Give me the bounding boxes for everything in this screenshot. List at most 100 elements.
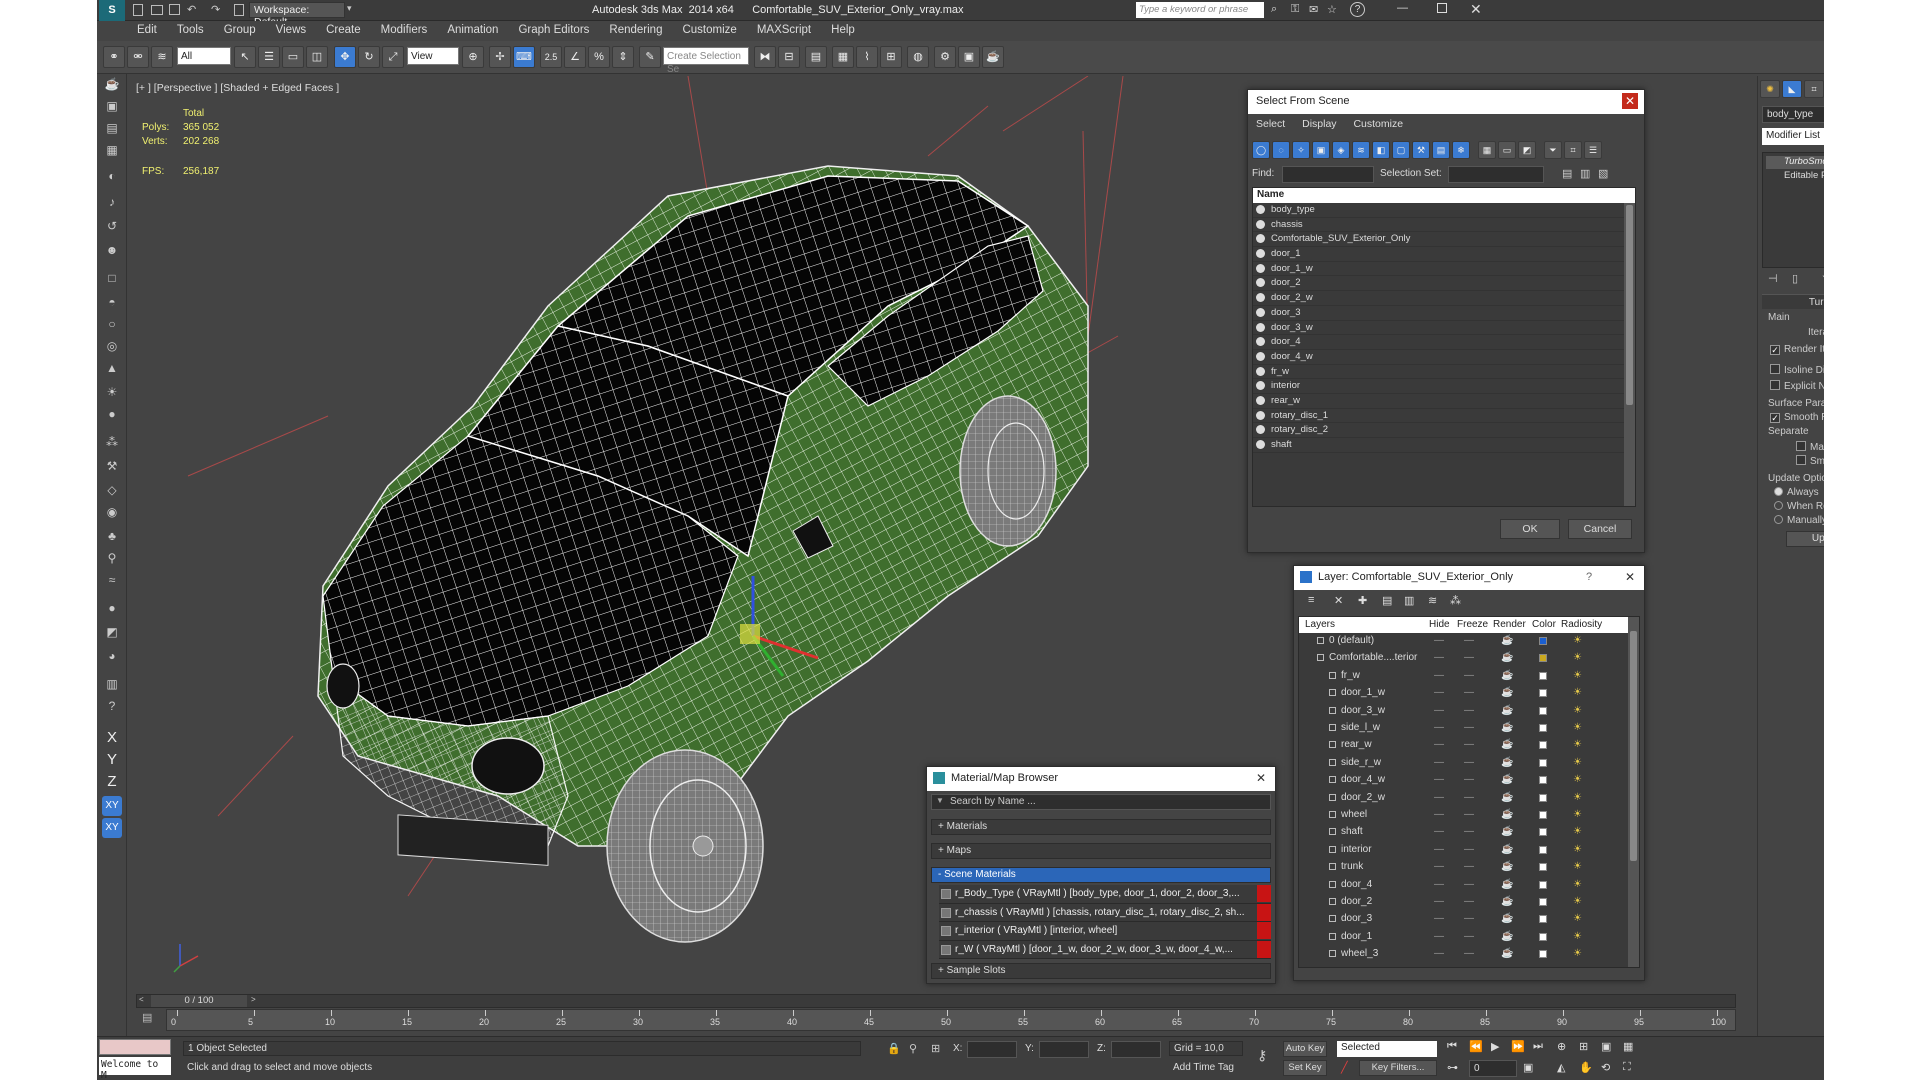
layers-icon[interactable]: ◩ — [102, 622, 122, 642]
isolate-icon[interactable]: ⚲ — [909, 1042, 917, 1055]
scene-material-item[interactable]: r_W ( VRayMtl ) [door_1_w, door_2_w, doo… — [939, 940, 1271, 959]
list-item[interactable]: door_1 — [1253, 247, 1635, 262]
layer-row[interactable]: rear_w — — ☕ ☀ — [1301, 738, 1627, 752]
field-of-view-icon[interactable]: ◭ — [1557, 1061, 1565, 1074]
col-hide[interactable]: Hide — [1429, 619, 1450, 630]
app-logo-icon[interactable]: S — [99, 0, 125, 21]
panel-icon[interactable]: ▤ — [102, 118, 122, 138]
col-freeze[interactable]: Freeze — [1457, 619, 1488, 630]
current-frame-field[interactable]: 0 — [1469, 1060, 1517, 1077]
ok-button[interactable]: OK — [1500, 519, 1560, 539]
layer-color-swatch[interactable] — [1539, 758, 1547, 767]
layer-color-swatch[interactable] — [1539, 932, 1547, 941]
quick-access-save-icon[interactable] — [169, 4, 180, 15]
layer-row[interactable]: wheel_3 — — ☕ ☀ — [1301, 947, 1627, 961]
selset-edit-icon[interactable]: ▥ — [1580, 167, 1590, 180]
freeze-toggle[interactable]: — — [1464, 947, 1474, 961]
hammer-icon[interactable]: ⚒ — [102, 456, 122, 476]
render-teapot-icon[interactable]: ☕ — [1501, 895, 1513, 909]
workspace-arrow-icon[interactable]: ▾ — [347, 3, 352, 14]
list-item[interactable]: shaft — [1253, 438, 1635, 453]
radiosity-icon[interactable]: ☀ — [1573, 651, 1582, 665]
display-frozen-icon[interactable]: ❄ — [1452, 141, 1470, 159]
hierarchy-tab-icon[interactable]: ⌗ — [1804, 80, 1824, 98]
menu-graph-editors[interactable]: Graph Editors — [508, 21, 599, 36]
radiosity-icon[interactable]: ☀ — [1573, 808, 1582, 822]
filter-icon[interactable]: ⏷ — [1544, 141, 1562, 159]
freeze-toggle[interactable]: — — [1464, 895, 1474, 909]
help-button[interactable]: ? — [1586, 571, 1592, 583]
window-crossing-icon[interactable]: ◫ — [306, 46, 328, 68]
sun-icon[interactable]: ☀ — [102, 382, 122, 402]
layer-color-swatch[interactable] — [1539, 898, 1547, 906]
layer-row[interactable]: door_2_w — — ☕ ☀ — [1301, 791, 1627, 805]
list-item[interactable]: rotary_disc_2 — [1253, 423, 1635, 438]
x-coordinate-field[interactable] — [967, 1041, 1017, 1058]
section-sample-slots[interactable]: + Sample Slots — [931, 963, 1271, 979]
rendered-frame-window-icon[interactable]: ▣ — [958, 46, 980, 68]
render-teapot-icon[interactable]: ☕ — [1501, 843, 1513, 857]
list-item[interactable]: door_4_w — [1253, 350, 1635, 365]
list-item[interactable]: door_2_w — [1253, 291, 1635, 306]
angle-snap-icon[interactable]: ∠ — [564, 46, 586, 68]
freeze-toggle[interactable]: — — [1464, 912, 1474, 926]
close-icon[interactable]: ✕ — [1622, 569, 1638, 585]
render-setup-icon[interactable]: ⚙ — [934, 46, 956, 68]
col-radiosity[interactable]: Radiosity — [1561, 619, 1602, 630]
ribbon-icon[interactable]: ▦ — [832, 46, 854, 68]
monitor-icon[interactable]: ▣ — [102, 96, 122, 116]
pan-icon[interactable]: ✋ — [1579, 1061, 1593, 1074]
search-field[interactable]: Type a keyword or phrase — [1136, 2, 1264, 18]
light-bulb-icon[interactable]: ● — [102, 404, 122, 424]
highlight-layer-icon[interactable]: ▥ — [1404, 594, 1414, 607]
update-always-radio[interactable]: Always — [1774, 487, 1819, 498]
zoom-extents-all-icon[interactable]: ▦ — [1623, 1040, 1633, 1053]
key-icon[interactable]: ⚷ — [1257, 1047, 1267, 1064]
search-options-icon[interactable]: ▼ — [936, 796, 944, 805]
open-mini-curve-editor-icon[interactable]: ▤ — [142, 1011, 152, 1024]
display-spacewarps-icon[interactable]: ≋ — [1352, 141, 1370, 159]
align-icon[interactable]: ⊟ — [778, 46, 800, 68]
pin-stack-icon[interactable]: ⊣ — [1768, 272, 1778, 285]
keyboard-shortcut-override-icon[interactable]: ⌨ — [513, 46, 535, 68]
snaps-toggle-icon[interactable]: 2.5 — [540, 46, 562, 68]
layer-color-swatch[interactable] — [1539, 880, 1547, 889]
layer-color-swatch[interactable] — [1539, 863, 1547, 872]
bind-spacewarp-icon[interactable]: ≋ — [151, 46, 173, 68]
timeline-ruler[interactable]: 0 5 10 15 20 25 30 35 40 45 50 55 60 65 70 75 80 85 90 95 10… — [166, 1009, 1736, 1031]
layer-row[interactable]: wheel — — ☕ ☀ — [1301, 808, 1627, 822]
layer-color-swatch[interactable] — [1539, 845, 1547, 854]
mirror-icon[interactable]: ⧓ — [754, 46, 776, 68]
cancel-button[interactable]: Cancel — [1568, 519, 1632, 539]
quick-access-new-icon[interactable] — [133, 4, 143, 16]
separate-materials-option[interactable]: Materials — [1796, 441, 1824, 453]
select-by-name-icon[interactable]: ☰ — [258, 46, 280, 68]
layer-row[interactable]: door_3_w — — ☕ ☀ — [1301, 704, 1627, 718]
radiosity-icon[interactable]: ☀ — [1573, 860, 1582, 874]
quick-access-open-icon[interactable] — [151, 5, 163, 15]
go-to-end-icon[interactable]: ⏭ — [1533, 1040, 1543, 1053]
axis-x-icon[interactable]: X — [102, 728, 122, 748]
layers-scrollbar[interactable] — [1628, 617, 1639, 967]
blue-sphere-icon[interactable]: ◕ — [102, 646, 122, 666]
show-end-result-icon[interactable]: ▯ — [1792, 272, 1798, 285]
modifier-list-dropdown[interactable]: Modifier List — [1762, 128, 1824, 145]
layer-color-swatch[interactable] — [1539, 689, 1547, 698]
set-key-button[interactable]: Set Key — [1283, 1060, 1327, 1076]
radiosity-icon[interactable]: ☀ — [1573, 721, 1582, 735]
absolute-mode-icon[interactable]: ⊞ — [931, 1042, 940, 1055]
render-teapot-icon[interactable]: ☕ — [1501, 686, 1513, 700]
hide-toggle[interactable]: — — [1434, 756, 1444, 770]
list-item[interactable]: door_3_w — [1253, 321, 1635, 336]
col-render[interactable]: Render — [1493, 619, 1526, 630]
layer-color-swatch[interactable] — [1539, 950, 1547, 959]
selset-remove-icon[interactable]: ▧ — [1598, 167, 1608, 180]
axis-y-icon[interactable]: Y — [102, 750, 122, 770]
layer-row[interactable]: Comfortable....terior — — ☕ ☀ — [1301, 651, 1627, 665]
create-tab-icon[interactable]: ✺ — [1760, 80, 1780, 98]
zoom-extents-icon[interactable]: ▣ — [1601, 1040, 1611, 1053]
rectangular-selection-icon[interactable]: ▭ — [282, 46, 304, 68]
maximize-viewport-icon[interactable]: ⛶ — [1623, 1061, 1631, 1074]
previous-frame-icon[interactable]: ⏪ — [1469, 1040, 1483, 1053]
selection-set-dropdown[interactable] — [1448, 166, 1544, 183]
